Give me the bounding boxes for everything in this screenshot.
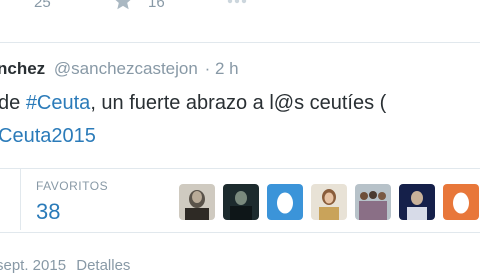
tweet-footer: sept. 2015 Detalles bbox=[0, 257, 130, 274]
stats-separator bbox=[20, 168, 21, 230]
details-link[interactable]: Detalles bbox=[76, 257, 130, 274]
author-handle[interactable]: @sanchezcastejon bbox=[54, 59, 198, 78]
divider bbox=[0, 168, 480, 169]
tweet-text: de bbox=[0, 92, 26, 114]
favoriter-avatar-default[interactable] bbox=[267, 184, 303, 220]
tweet-actions-bar: 25 16 bbox=[0, 0, 480, 40]
favorites-count[interactable]: 38 bbox=[36, 199, 60, 225]
favoriter-avatar[interactable] bbox=[399, 184, 435, 220]
star-icon[interactable] bbox=[112, 0, 134, 12]
retweet-count[interactable]: 25 bbox=[34, 0, 51, 11]
hashtag-link[interactable]: #Ceuta bbox=[26, 92, 91, 114]
divider bbox=[0, 232, 480, 233]
divider bbox=[0, 42, 480, 43]
favoriter-avatar-default[interactable] bbox=[443, 184, 479, 220]
tweet-text-line: Ceuta2015 bbox=[0, 125, 96, 148]
tweet-text-line: de #Ceuta, un fuerte abrazo a l@s ceutíe… bbox=[0, 92, 386, 115]
tweet-header: nchez @sanchezcastejon · 2 h bbox=[0, 59, 239, 79]
tweet-text: , un fuerte abrazo a l@s ceutíes ( bbox=[90, 92, 387, 114]
hashtag-link[interactable]: Ceuta2015 bbox=[0, 125, 96, 147]
favoriter-avatar[interactable] bbox=[355, 184, 391, 220]
favorite-count[interactable]: 16 bbox=[148, 0, 165, 11]
favoriter-avatar[interactable] bbox=[223, 184, 259, 220]
favoriter-avatar[interactable] bbox=[179, 184, 215, 220]
favorites-label[interactable]: FAVORITOS bbox=[36, 179, 108, 193]
tweet-date: sept. 2015 bbox=[0, 257, 67, 274]
favoriter-avatar[interactable] bbox=[311, 184, 347, 220]
tweet-timestamp[interactable]: · 2 h bbox=[205, 59, 239, 78]
more-options-icon[interactable] bbox=[227, 0, 247, 4]
author-name[interactable]: nchez bbox=[0, 59, 45, 78]
